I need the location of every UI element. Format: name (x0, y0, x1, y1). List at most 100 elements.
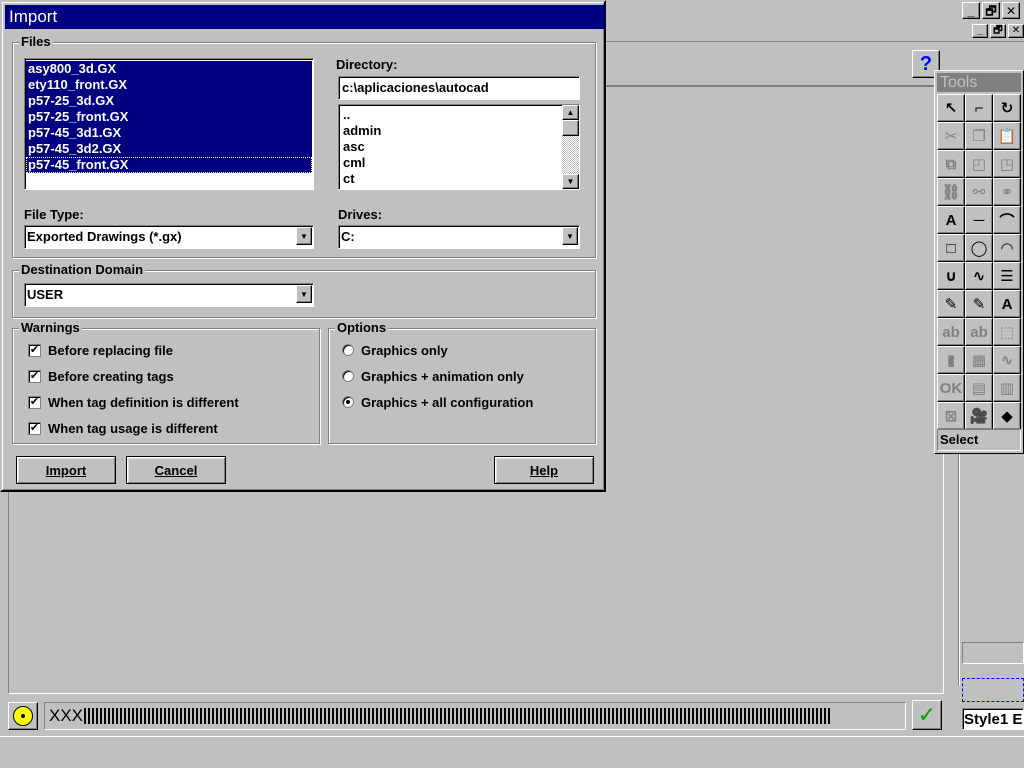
warning-option[interactable]: ✔ When tag usage is different (28, 419, 218, 437)
warnings-group-label: Warnings (19, 320, 82, 335)
status-confirm-button[interactable]: ✓ (912, 700, 942, 730)
paste-icon[interactable]: 📋 (993, 122, 1021, 150)
directory-list-item[interactable]: cml (341, 155, 577, 171)
scroll-down-icon[interactable]: ▼ (562, 174, 579, 189)
file-list-item[interactable]: ety110_front.GX (26, 77, 312, 93)
scroll-thumb[interactable] (562, 120, 579, 136)
pointer-icon[interactable]: ↖ (937, 94, 965, 122)
checkbox[interactable]: ✔ (28, 343, 41, 357)
restore-icon[interactable]: 🗗 (982, 2, 1000, 19)
pen-color-icon[interactable]: ✎ (937, 290, 965, 318)
rectangle-icon[interactable]: □ (937, 234, 965, 262)
file-list-item[interactable]: p57-25_3d.GX (26, 93, 312, 109)
drives-value: C: (341, 229, 355, 244)
link-break-icon[interactable]: ⚯ (965, 178, 993, 206)
arc-icon[interactable]: ◠ (993, 234, 1021, 262)
file-items: asy800_3d.GX ety110_front.GX p57-25_3d.GX p… (26, 61, 312, 173)
minimize-icon[interactable]: _ (962, 2, 980, 19)
file-list-item[interactable]: p57-25_front.GX (26, 109, 312, 125)
directory-list-item[interactable]: .. (341, 107, 577, 123)
status-left-button[interactable] (8, 702, 38, 730)
destination-select[interactable]: USER ▼ (24, 283, 314, 307)
warning-option[interactable]: ✔ Before replacing file (28, 341, 173, 359)
chevron-down-icon[interactable]: ▼ (296, 285, 312, 303)
drives-select[interactable]: C: ▼ (338, 225, 580, 249)
eraser-icon[interactable]: ◆ (993, 402, 1021, 430)
chevron-down-icon[interactable]: ▼ (562, 227, 578, 245)
checkbox[interactable]: ✔ (28, 395, 41, 409)
help-button[interactable]: Help (494, 456, 594, 484)
link-edit-icon[interactable]: ⚭ (993, 178, 1021, 206)
directory-list-item[interactable]: asc (341, 139, 577, 155)
alarm-icon[interactable]: OK (937, 374, 965, 402)
cut-icon[interactable]: ✂ (937, 122, 965, 150)
list-icon[interactable]: ▤ (965, 374, 993, 402)
chevron-down-icon[interactable]: ▼ (296, 227, 312, 245)
directory-field[interactable]: c:\aplicaciones\autocad (338, 76, 580, 100)
link-icon[interactable]: ⛓ (937, 178, 965, 206)
x-icon[interactable]: ⊠ (937, 402, 965, 430)
radio-button[interactable] (342, 344, 354, 356)
tools-palette-title[interactable]: Tools (937, 73, 1021, 92)
disk-icon (13, 706, 33, 726)
status-bar-field: XXX (44, 702, 906, 730)
doc-minimize-icon[interactable]: _ (972, 24, 988, 38)
text-field-icon[interactable]: ab (937, 318, 965, 346)
warning-option[interactable]: ✔ Before creating tags (28, 367, 174, 385)
polyline-icon[interactable]: ⌐ (965, 94, 993, 122)
directory-scrollbar[interactable]: ▲ ▼ (562, 105, 579, 189)
wave-icon[interactable]: ∿ (965, 262, 993, 290)
checkbox[interactable]: ✔ (28, 421, 41, 435)
doc-close-icon[interactable]: ✕ (1008, 24, 1024, 38)
trend-icon[interactable]: ∿ (993, 346, 1021, 374)
import-button-label: Import (45, 462, 87, 478)
destination-value: USER (27, 287, 64, 302)
numeric-icon[interactable]: ▦ (965, 346, 993, 374)
file-list[interactable]: asy800_3d.GX ety110_front.GX p57-25_3d.GX p… (24, 58, 314, 190)
send-back-icon[interactable]: ◳ (993, 150, 1021, 178)
directory-list-item[interactable]: ct (341, 171, 577, 187)
import-option[interactable]: Graphics + animation only (342, 367, 524, 385)
directory-list[interactable]: .. admin asc cml ct ▲ ▼ (338, 104, 580, 190)
group-icon[interactable]: ⧉ (937, 150, 965, 178)
ellipse-icon[interactable]: ◯ (965, 234, 993, 262)
import-button[interactable]: Import (16, 456, 116, 484)
rotate-icon[interactable]: ↻ (993, 94, 1021, 122)
app-bottom-strip (0, 736, 1024, 768)
curve-icon[interactable]: ∪ (937, 262, 965, 290)
scroll-up-icon[interactable]: ▲ (562, 105, 579, 120)
close-icon[interactable]: ✕ (1002, 2, 1020, 19)
app-window-controls: _ 🗗 ✕ (962, 2, 1020, 20)
fill-color-icon[interactable]: ✎ (965, 290, 993, 318)
dialog-title-bar[interactable]: Import (5, 5, 605, 29)
import-option[interactable]: Graphics only (342, 341, 448, 359)
file-list-item[interactable]: asy800_3d.GX (26, 61, 312, 77)
font-color-icon[interactable]: A (993, 290, 1021, 318)
import-option[interactable]: Graphics + all configuration (342, 393, 533, 411)
align-icon[interactable]: ☰ (993, 262, 1021, 290)
bring-front-icon[interactable]: ◰ (965, 150, 993, 178)
bar-chart-icon[interactable]: ▮ (937, 346, 965, 374)
warning-option[interactable]: ✔ When tag definition is different (28, 393, 239, 411)
help-button-label: Help (529, 462, 559, 478)
grid-icon[interactable]: ▥ (993, 374, 1021, 402)
camera-icon[interactable]: 🎥 (965, 402, 993, 430)
question-icon: ? (919, 52, 933, 75)
checkbox[interactable]: ✔ (28, 369, 41, 383)
radio-button[interactable] (342, 396, 354, 408)
cancel-button[interactable]: Cancel (126, 456, 226, 484)
file-list-item[interactable]: p57-45_3d2.GX (26, 141, 312, 157)
line-icon[interactable]: ─ (965, 206, 993, 234)
file-list-item[interactable]: p57-45_front.GX (26, 157, 312, 173)
polygon-icon[interactable]: ⌒ (993, 206, 1021, 234)
file-list-item[interactable]: p57-45_3d1.GX (26, 125, 312, 141)
input-field-icon[interactable]: ab (965, 318, 993, 346)
copy-icon[interactable]: ❐ (965, 122, 993, 150)
file-type-select[interactable]: Exported Drawings (*.gx) ▼ (24, 225, 314, 249)
text-icon[interactable]: A (937, 206, 965, 234)
doc-restore-icon[interactable]: 🗗 (990, 24, 1006, 38)
style-field[interactable]: Style1 E (962, 708, 1024, 730)
directory-list-item[interactable]: admin (341, 123, 577, 139)
radio-button[interactable] (342, 370, 354, 382)
symbol-icon[interactable]: ⬚ (993, 318, 1021, 346)
